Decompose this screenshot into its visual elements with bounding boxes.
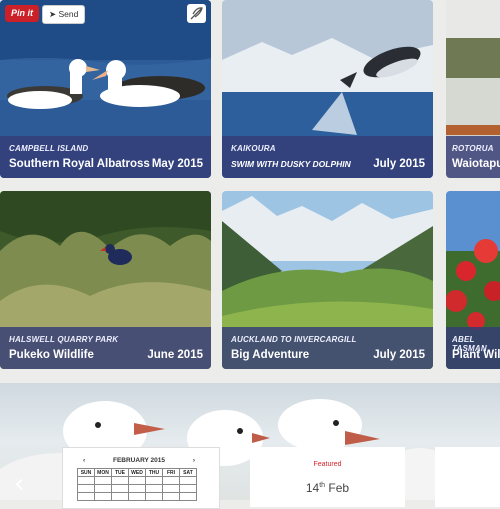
featured-event-card[interactable]: Featured 14th Feb <box>250 447 405 507</box>
calendar-day[interactable] <box>162 492 180 501</box>
card-caption: KAIKOURA SWIM WITH DUSKY DOLPHIN July 20… <box>222 136 433 178</box>
calendar-next-button[interactable]: › <box>193 457 195 464</box>
day-header: MON <box>94 468 112 477</box>
featured-date-month: Feb <box>328 481 350 495</box>
calendar-day-header-row: SUN MON TUE WED THU FRI SAT <box>77 468 197 477</box>
card-title[interactable]: Plant Wild <box>452 349 500 361</box>
card-date: May 2015 <box>151 158 203 170</box>
calendar-week-row <box>77 476 197 485</box>
send-icon: ➤ <box>49 9 57 19</box>
day-header: SUN <box>77 468 95 477</box>
card-southern-royal-albatross[interactable]: Pin it ➤ Send CAMPBELL ISLAND Southern R… <box>0 0 211 178</box>
calendar-day[interactable] <box>128 484 146 493</box>
calendar-day[interactable] <box>179 484 197 493</box>
card-location: KAIKOURA <box>231 144 276 153</box>
calendar-day[interactable] <box>77 476 95 485</box>
card-pukeko-wildlife[interactable]: HALSWELL QUARRY PARK Pukeko Wildlife Jun… <box>0 191 211 369</box>
card-caption: ROTORUA Waiotapu <box>446 136 500 178</box>
card-title[interactable]: Southern Royal Albatross <box>9 158 150 170</box>
card-big-adventure[interactable]: AUCKLAND TO INVERCARGILL Big Adventure J… <box>222 191 433 369</box>
card-title[interactable]: Big Adventure <box>231 349 309 361</box>
calendar-day[interactable] <box>77 492 95 501</box>
card-waiotapu[interactable]: ROTORUA Waiotapu <box>446 0 500 178</box>
carousel-prev-button[interactable]: ‹ <box>14 469 24 499</box>
card-date: July 2015 <box>373 158 425 170</box>
calendar-day[interactable] <box>179 476 197 485</box>
card-plant-wild[interactable]: ABEL TASMAN Plant Wild <box>446 191 500 369</box>
calendar-day[interactable] <box>111 476 129 485</box>
card-location: AUCKLAND TO INVERCARGILL <box>231 335 357 344</box>
card-title[interactable]: SWIM WITH DUSKY DOLPHIN <box>231 159 351 169</box>
day-header: WED <box>128 468 146 477</box>
card-location: HALSWELL QUARRY PARK <box>9 335 119 344</box>
card-title[interactable]: Waiotapu <box>452 158 500 170</box>
featured-label: Featured <box>313 461 342 468</box>
send-button[interactable]: ➤ Send <box>42 5 86 24</box>
featured-date: 14th Feb <box>250 481 405 495</box>
card-title[interactable]: Pukeko Wildlife <box>9 349 94 361</box>
calendar-day[interactable] <box>162 476 180 485</box>
send-label: Send <box>58 9 79 19</box>
calendar-week-row <box>77 492 197 501</box>
card-caption: AUCKLAND TO INVERCARGILL Big Adventure J… <box>222 327 433 369</box>
calendar-grid: SUN MON TUE WED THU FRI SAT <box>77 468 197 501</box>
calendar-day[interactable] <box>77 484 95 493</box>
calendar-day[interactable] <box>128 492 146 501</box>
card-location: ROTORUA <box>452 144 494 153</box>
day-header: THU <box>145 468 163 477</box>
card-caption: CAMPBELL ISLAND Southern Royal Albatross… <box>0 136 211 178</box>
card-caption: ABEL TASMAN Plant Wild <box>446 327 500 369</box>
card-caption: HALSWELL QUARRY PARK Pukeko Wildlife Jun… <box>0 327 211 369</box>
calendar-day[interactable] <box>128 476 146 485</box>
calendar-header: ‹ FEBRUARY 2015 › <box>77 457 201 468</box>
calendar-day[interactable] <box>145 476 163 485</box>
feather-icon[interactable] <box>187 4 206 23</box>
event-card-partial[interactable] <box>435 447 500 507</box>
calendar-day[interactable] <box>94 476 112 485</box>
pin-it-button[interactable]: Pin it <box>5 5 39 22</box>
calendar-day[interactable] <box>162 484 180 493</box>
calendar-month: FEBRUARY 2015 <box>112 457 166 464</box>
calendar-week-row <box>77 484 197 493</box>
calendar-day[interactable] <box>111 492 129 501</box>
featured-date-suffix: th <box>319 482 326 489</box>
card-date: July 2015 <box>373 349 425 361</box>
calendar-day[interactable] <box>145 484 163 493</box>
calendar-day[interactable] <box>179 492 197 501</box>
calendar-day[interactable] <box>111 484 129 493</box>
day-header: SAT <box>179 468 197 477</box>
day-header: TUE <box>111 468 129 477</box>
calendar-day[interactable] <box>94 492 112 501</box>
calendar-day[interactable] <box>94 484 112 493</box>
calendar-day[interactable] <box>145 492 163 501</box>
day-header: FRI <box>162 468 180 477</box>
card-date: June 2015 <box>147 349 203 361</box>
card-swim-with-dusky-dolphin[interactable]: KAIKOURA SWIM WITH DUSKY DOLPHIN July 20… <box>222 0 433 178</box>
card-location: CAMPBELL ISLAND <box>9 144 89 153</box>
featured-date-day: 14 <box>305 481 320 495</box>
calendar-prev-button[interactable]: ‹ <box>83 457 85 464</box>
